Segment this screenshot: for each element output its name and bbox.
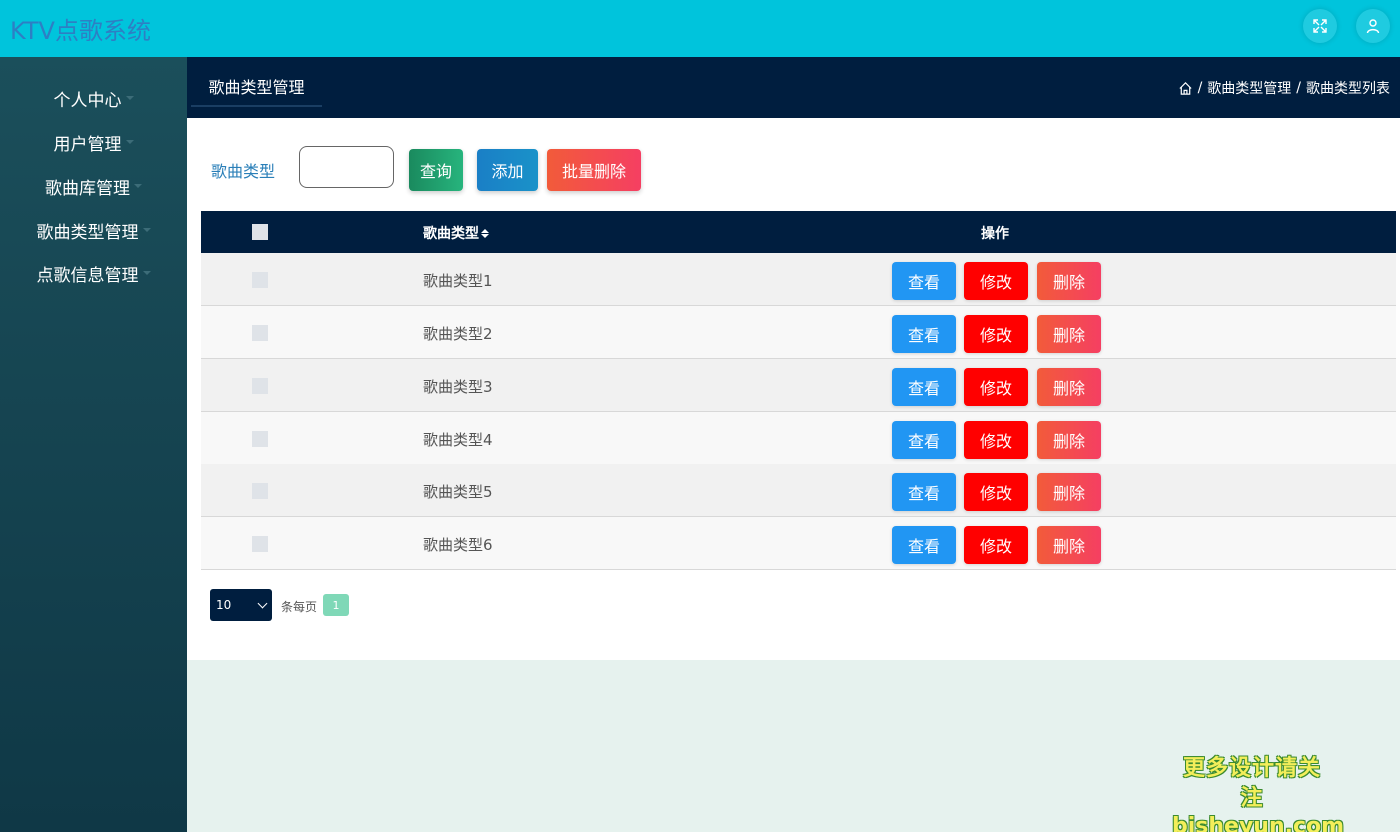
page-size-select[interactable]: 10 xyxy=(210,589,272,621)
edit-button[interactable]: 修改 xyxy=(964,421,1028,459)
song-type-search-input[interactable] xyxy=(299,146,394,188)
delete-button[interactable]: 删除 xyxy=(1037,315,1101,353)
song-type-name: 歌曲类型1 xyxy=(423,272,493,290)
caret-down-icon xyxy=(134,184,142,188)
user-icon[interactable] xyxy=(1356,9,1390,43)
breadcrumb-separator: / xyxy=(1296,80,1301,96)
caret-down-icon xyxy=(142,271,151,275)
watermark-line-1: 更多设计请关注 xyxy=(1182,756,1321,811)
song-type-name: 歌曲类型2 xyxy=(423,325,493,343)
breadcrumb-link-song-type[interactable]: 歌曲类型管理 xyxy=(1207,78,1291,98)
table-row: 歌曲类型4 查看 修改 删除 xyxy=(201,412,1396,465)
row-checkbox[interactable] xyxy=(252,536,268,552)
breadcrumb: / 歌曲类型管理 / 歌曲类型列表 xyxy=(1178,78,1390,98)
row-checkbox[interactable] xyxy=(252,325,268,341)
batch-delete-button[interactable]: 批量删除 xyxy=(547,149,641,191)
page-number-button[interactable]: 1 xyxy=(323,594,349,616)
sidebar: 个人中心 用户管理 歌曲库管理 歌曲类型管理 点歌信息管理 xyxy=(0,57,187,832)
sidebar-item-user-management[interactable]: 用户管理 xyxy=(0,124,187,160)
sidebar-item-song-type[interactable]: 歌曲类型管理 xyxy=(0,212,187,248)
sidebar-item-label: 歌曲库管理 xyxy=(45,178,130,199)
table-row: 歌曲类型5 查看 修改 删除 xyxy=(201,464,1396,517)
select-all-checkbox[interactable] xyxy=(252,224,268,240)
table-header: 歌曲类型 操作 xyxy=(201,211,1396,253)
view-button[interactable]: 查看 xyxy=(892,315,956,353)
app-title: KTV点歌系统 xyxy=(10,17,151,45)
row-checkbox[interactable] xyxy=(252,483,268,499)
table-row: 歌曲类型3 查看 修改 删除 xyxy=(201,359,1396,412)
sidebar-item-song-library[interactable]: 歌曲库管理 xyxy=(0,168,187,204)
table-row: 歌曲类型2 查看 修改 删除 xyxy=(201,306,1396,359)
row-checkbox[interactable] xyxy=(252,378,268,394)
top-bar: KTV点歌系统 xyxy=(0,0,1400,57)
column-header-song-type[interactable]: 歌曲类型 xyxy=(423,223,489,243)
chevron-down-icon xyxy=(257,598,268,609)
view-button[interactable]: 查看 xyxy=(892,368,956,406)
add-button[interactable]: 添加 xyxy=(477,149,538,191)
song-type-name: 歌曲类型6 xyxy=(423,536,493,554)
fullscreen-icon[interactable] xyxy=(1303,9,1337,43)
row-checkbox[interactable] xyxy=(252,272,268,288)
delete-button[interactable]: 删除 xyxy=(1037,368,1101,406)
breadcrumb-bar: 歌曲类型管理 / 歌曲类型管理 / 歌曲类型列表 xyxy=(187,57,1400,118)
sidebar-item-song-request[interactable]: 点歌信息管理 xyxy=(0,255,187,291)
view-button[interactable]: 查看 xyxy=(892,473,956,511)
row-checkbox[interactable] xyxy=(252,431,268,447)
delete-button[interactable]: 删除 xyxy=(1037,473,1101,511)
view-button[interactable]: 查看 xyxy=(892,526,956,564)
delete-button[interactable]: 删除 xyxy=(1037,262,1101,300)
query-button[interactable]: 查询 xyxy=(409,149,463,191)
table-row: 歌曲类型6 查看 修改 删除 xyxy=(201,517,1396,570)
caret-down-icon xyxy=(142,228,151,232)
song-type-name: 歌曲类型3 xyxy=(423,378,493,396)
edit-button[interactable]: 修改 xyxy=(964,315,1028,353)
view-button[interactable]: 查看 xyxy=(892,421,956,459)
sort-icon[interactable] xyxy=(481,228,489,238)
caret-down-icon xyxy=(125,140,134,144)
caret-down-icon xyxy=(125,96,134,100)
sidebar-item-label: 个人中心 xyxy=(53,90,122,111)
home-icon[interactable] xyxy=(1178,81,1193,96)
edit-button[interactable]: 修改 xyxy=(964,262,1028,300)
watermark: 更多设计请关注 bisheyun.com xyxy=(1172,754,1345,832)
edit-button[interactable]: 修改 xyxy=(964,473,1028,511)
sidebar-item-label: 用户管理 xyxy=(53,134,122,155)
page-title: 歌曲类型管理 xyxy=(191,75,322,107)
page-size-value: 10 xyxy=(216,598,232,612)
table-row: 歌曲类型1 查看 修改 删除 xyxy=(201,253,1396,306)
delete-button[interactable]: 删除 xyxy=(1037,526,1101,564)
column-header-label: 歌曲类型 xyxy=(423,226,479,242)
search-label: 歌曲类型 xyxy=(211,162,276,181)
sidebar-item-label: 歌曲类型管理 xyxy=(36,222,139,243)
main-content: 歌曲类型 查询 添加 批量删除 歌曲类型 操作 歌曲类型1 查看 修改 删除 歌… xyxy=(187,118,1400,660)
sidebar-item-personal-center[interactable]: 个人中心 xyxy=(0,80,187,116)
breadcrumb-separator: / xyxy=(1197,80,1203,96)
column-header-actions: 操作 xyxy=(981,226,1009,242)
watermark-line-2: bisheyun.com xyxy=(1172,814,1345,832)
delete-button[interactable]: 删除 xyxy=(1037,421,1101,459)
song-type-name: 歌曲类型4 xyxy=(423,431,493,449)
edit-button[interactable]: 修改 xyxy=(964,526,1028,564)
page-size-label: 条每页 xyxy=(281,600,318,614)
view-button[interactable]: 查看 xyxy=(892,262,956,300)
breadcrumb-current: 歌曲类型列表 xyxy=(1306,81,1390,97)
edit-button[interactable]: 修改 xyxy=(964,368,1028,406)
sidebar-item-label: 点歌信息管理 xyxy=(36,265,139,286)
song-type-name: 歌曲类型5 xyxy=(423,483,493,501)
